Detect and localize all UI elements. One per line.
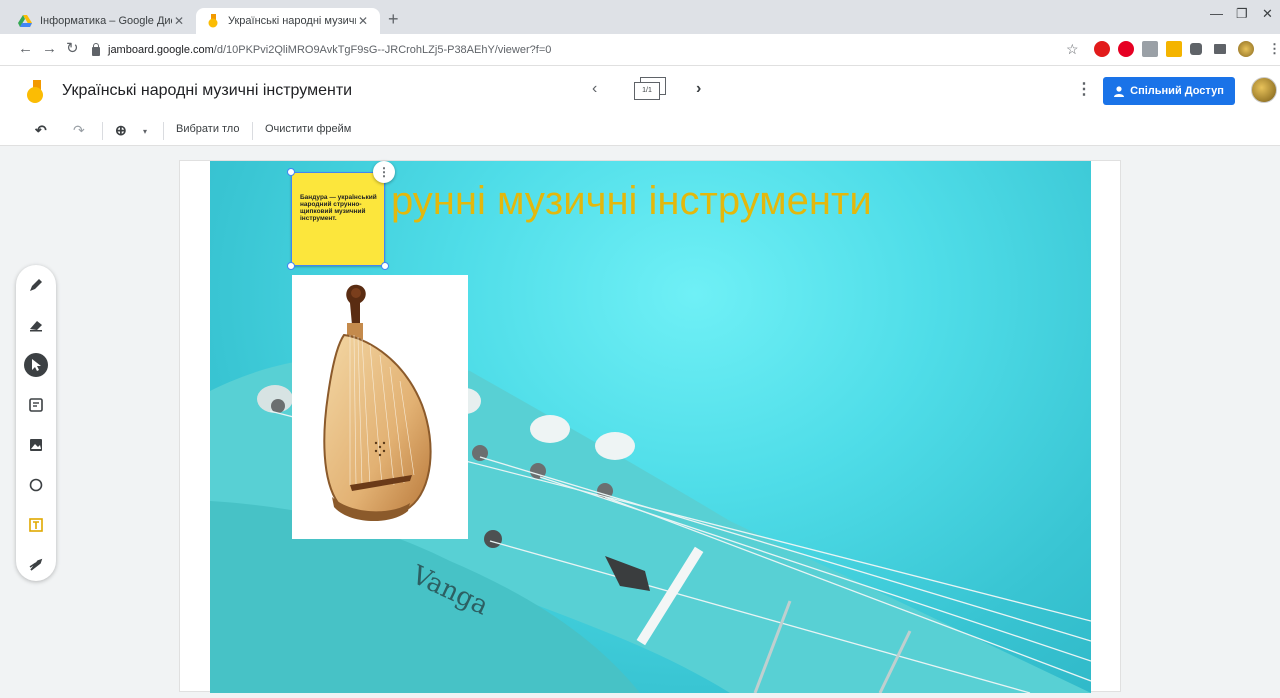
forward-icon[interactable]: → xyxy=(42,41,57,57)
reading-list-icon[interactable] xyxy=(1214,44,1226,54)
url-path: /d/10PKPvi2QliMRO9AvkTgF9sG--JRCrohLZj5-… xyxy=(213,44,552,56)
frame-bar-button[interactable]: 1/1 xyxy=(634,77,666,101)
resize-handle[interactable] xyxy=(381,262,389,270)
frame-counter: 1/1 xyxy=(634,82,660,100)
opera-extension-icon[interactable] xyxy=(1094,41,1110,57)
document-title[interactable]: Українські народні музичні інструменти xyxy=(62,82,352,100)
jamboard-icon xyxy=(208,14,218,28)
sticky-note-tool[interactable] xyxy=(24,393,48,417)
bandura-image[interactable] xyxy=(292,275,468,539)
browser-menu-icon[interactable]: ⋮ xyxy=(1268,41,1280,57)
pen-icon xyxy=(30,279,42,291)
back-icon[interactable]: ← xyxy=(18,41,33,57)
share-button[interactable]: Спільний Доступ xyxy=(1103,77,1235,105)
close-window-icon[interactable]: ✕ xyxy=(1262,6,1273,22)
close-tab-icon[interactable]: ✕ xyxy=(356,14,370,28)
toolbar-divider xyxy=(163,122,164,140)
tab-google-drive[interactable]: Інформатика – Google Диск ✕ xyxy=(8,8,196,34)
text-box-tool[interactable] xyxy=(24,513,48,537)
editing-toolbar: ↶ ↷ ⊕ ▾ Вибрати тло Очистити фрейм xyxy=(0,116,1280,146)
text-box-icon xyxy=(29,518,43,532)
toolbar-divider xyxy=(102,122,103,140)
undo-icon[interactable]: ↶ xyxy=(35,122,47,139)
resize-handle[interactable] xyxy=(287,262,295,270)
image-tool[interactable] xyxy=(24,433,48,457)
tab-title: Інформатика – Google Диск xyxy=(40,15,172,27)
zoom-icon[interactable]: ⊕ xyxy=(115,122,127,139)
clear-frame-button[interactable]: Очистити фрейм xyxy=(265,123,351,135)
frame-title-text[interactable]: рунні музичні інструменти xyxy=(391,179,872,224)
laser-icon xyxy=(29,558,43,571)
lock-icon xyxy=(92,42,100,56)
eraser-tool[interactable] xyxy=(24,313,48,337)
minimize-icon[interactable]: — xyxy=(1210,6,1223,21)
address-bar: ← → ↻ jamboard.google.com/d/10PKPvi2QliM… xyxy=(0,34,1280,66)
profile-icon[interactable] xyxy=(1238,41,1254,57)
set-background-button[interactable]: Вибрати тло xyxy=(176,123,239,135)
image-icon xyxy=(30,439,42,451)
next-frame-icon[interactable]: › xyxy=(696,80,701,98)
redo-icon[interactable]: ↷ xyxy=(73,122,85,139)
toolbar-divider xyxy=(252,122,253,140)
jamboard-logo-icon xyxy=(27,80,43,103)
bookmark-extension-icon[interactable] xyxy=(1166,41,1182,57)
share-label: Спільний Доступ xyxy=(1130,85,1224,97)
reload-icon[interactable]: ↻ xyxy=(66,41,79,57)
select-tool[interactable] xyxy=(24,353,48,377)
restore-icon[interactable]: ❐ xyxy=(1236,6,1248,22)
tab-title: Українські народні музичні інст xyxy=(228,15,356,27)
close-tab-icon[interactable]: ✕ xyxy=(172,14,186,28)
pdf-extension-icon[interactable] xyxy=(1142,41,1158,57)
zoom-dropdown-icon[interactable]: ▾ xyxy=(143,127,147,136)
circle-icon xyxy=(29,478,43,492)
bandura-illustration xyxy=(323,284,432,522)
tab-jamboard[interactable]: Українські народні музичні інст ✕ xyxy=(196,8,380,34)
more-options-icon[interactable]: ⋮ xyxy=(1076,79,1092,99)
tool-palette xyxy=(16,265,56,581)
sticky-note-menu-icon[interactable]: ⋮ xyxy=(373,161,395,183)
person-icon xyxy=(1114,85,1125,97)
url-host: jamboard.google.com xyxy=(108,44,214,56)
resize-handle[interactable] xyxy=(287,168,295,176)
jamboard-header: Українські народні музичні інструменти ‹… xyxy=(0,66,1280,116)
new-tab-button[interactable]: + xyxy=(388,10,399,28)
extensions-puzzle-icon[interactable] xyxy=(1190,43,1202,55)
bookmark-star-icon[interactable]: ☆ xyxy=(1066,41,1079,57)
laser-tool[interactable] xyxy=(24,553,48,577)
eraser-icon xyxy=(30,321,42,332)
url-field[interactable]: jamboard.google.com/d/10PKPvi2QliMRO9Avk… xyxy=(92,40,1052,60)
shape-tool[interactable] xyxy=(24,473,48,497)
sticky-note-icon xyxy=(29,398,43,412)
previous-frame-icon[interactable]: ‹ xyxy=(592,80,597,98)
pinterest-extension-icon[interactable] xyxy=(1118,41,1134,57)
account-avatar[interactable] xyxy=(1251,77,1277,103)
browser-tab-strip: Інформатика – Google Диск ✕ Українські н… xyxy=(0,0,1280,34)
selection-box xyxy=(291,172,385,266)
google-drive-icon xyxy=(18,15,32,27)
select-icon xyxy=(32,359,41,371)
pen-tool[interactable] xyxy=(24,273,48,297)
